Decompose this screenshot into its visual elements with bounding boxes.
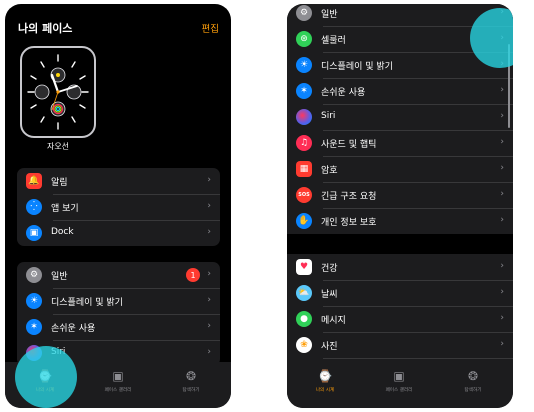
row-label: 긴급 구조 요청 bbox=[321, 192, 377, 202]
settings-row-siri[interactable]: Siri › bbox=[287, 104, 513, 130]
settings-row-accessibility[interactable]: ✶ 손쉬운 사용 › bbox=[17, 314, 220, 340]
watch-face-name: 자오선 bbox=[46, 142, 70, 151]
chevron-right-icon: › bbox=[500, 287, 504, 297]
chevron-right-icon: › bbox=[207, 321, 211, 331]
tab-label: 탐색하기 bbox=[182, 388, 200, 393]
my-watch-screen: 나의 페이스 편집 자오선 🔔 알림 › ⁛ 앱 보기 › ▣ Dock › ⚙… bbox=[5, 4, 231, 408]
sun-icon: ☀ bbox=[296, 57, 312, 73]
settings-row-display[interactable]: ☀ 디스플레이 및 밝기 › bbox=[17, 288, 220, 314]
header: 나의 페이스 편집 bbox=[18, 20, 219, 38]
chevron-right-icon: › bbox=[500, 163, 504, 173]
accessibility-icon: ✶ bbox=[296, 83, 312, 99]
row-label: 손쉬운 사용 bbox=[51, 324, 96, 334]
gear-icon: ⚙ bbox=[296, 5, 312, 21]
gear-icon: ⚙ bbox=[26, 267, 42, 283]
face-gallery-icon: ▣ bbox=[112, 369, 124, 383]
notification-badge: 1 bbox=[186, 268, 200, 282]
row-label: 건강 bbox=[321, 264, 338, 274]
settings-row-accessibility[interactable]: ✶ 손쉬운 사용 › bbox=[287, 78, 513, 104]
chevron-right-icon: › bbox=[500, 215, 504, 225]
row-label: 메시지 bbox=[321, 316, 346, 326]
row-label: 손쉬운 사용 bbox=[321, 88, 366, 98]
chevron-right-icon: › bbox=[207, 347, 211, 357]
tab-face-gallery[interactable]: ▣ 페이스 갤러리 bbox=[83, 368, 153, 393]
chevron-right-icon: › bbox=[500, 85, 504, 95]
tab-discover[interactable]: ❂ 탐색하기 bbox=[156, 368, 226, 393]
watch-icon: ⌚ bbox=[317, 369, 333, 383]
cellular-icon: ⊛ bbox=[296, 31, 312, 47]
dock-icon: ▣ bbox=[26, 225, 42, 241]
tab-bar: ⌚ 나의 시계 ▣ 페이스 갤러리 ❂ 탐색하기 bbox=[287, 362, 513, 408]
settings-row-passcode[interactable]: ▦ 암호 › bbox=[287, 156, 513, 182]
settings-list-screen: ⚙ 일반 › ⊛ 셀룰러 › ☀ 디스플레이 및 밝기 › ✶ 손쉬운 사용 ›… bbox=[287, 4, 513, 408]
row-label: 사운드 및 햅틱 bbox=[321, 140, 377, 150]
chevron-right-icon: › bbox=[207, 227, 211, 237]
settings-row-messages[interactable]: ● 메시지 › bbox=[287, 306, 513, 332]
settings-row-weather[interactable]: ⛅ 날씨 › bbox=[287, 280, 513, 306]
edit-button[interactable]: 편집 bbox=[202, 21, 219, 35]
row-label: 셀룰러 bbox=[321, 36, 346, 46]
bell-icon: 🔔 bbox=[26, 173, 42, 189]
siri-icon bbox=[296, 109, 312, 125]
touch-indicator bbox=[15, 346, 77, 408]
sun-icon: ☀ bbox=[26, 293, 42, 309]
tab-label: 페이스 갤러리 bbox=[385, 388, 413, 393]
heart-icon: ♥ bbox=[296, 259, 312, 275]
settings-row-health[interactable]: ♥ 건강 › bbox=[287, 254, 513, 280]
row-label: 날씨 bbox=[321, 290, 338, 300]
chevron-right-icon: › bbox=[207, 295, 211, 305]
speaker-icon: ♫ bbox=[296, 135, 312, 151]
settings-row-photos[interactable]: ❀ 사진 › bbox=[287, 332, 513, 358]
settings-row-dock[interactable]: ▣ Dock › bbox=[17, 220, 220, 246]
tab-label: 나의 시계 bbox=[315, 388, 335, 393]
row-label: 디스플레이 및 밝기 bbox=[321, 62, 393, 72]
settings-row-sounds[interactable]: ♫ 사운드 및 햅틱 › bbox=[287, 130, 513, 156]
chevron-right-icon: › bbox=[207, 175, 211, 185]
chevron-right-icon: › bbox=[500, 313, 504, 323]
row-label: 일반 bbox=[51, 272, 68, 282]
lock-icon: ▦ bbox=[296, 161, 312, 177]
app-grid-icon: ⁛ bbox=[26, 199, 42, 215]
compass-icon: ❂ bbox=[467, 369, 479, 383]
settings-row-notifications[interactable]: 🔔 알림 › bbox=[17, 168, 220, 194]
row-label: 암호 bbox=[321, 166, 338, 176]
hand-icon: ✋ bbox=[296, 213, 312, 229]
compass-icon: ❂ bbox=[185, 369, 197, 383]
face-gallery-icon: ▣ bbox=[393, 369, 405, 383]
row-label: Siri bbox=[321, 111, 336, 121]
chevron-right-icon: › bbox=[207, 269, 211, 279]
settings-row-app-view[interactable]: ⁛ 앱 보기 › bbox=[17, 194, 220, 220]
row-label: 개인 정보 보호 bbox=[321, 218, 377, 228]
message-icon: ● bbox=[296, 311, 312, 327]
chevron-right-icon: › bbox=[500, 339, 504, 349]
row-label: 알림 bbox=[51, 178, 68, 188]
row-label: 디스플레이 및 밝기 bbox=[51, 298, 123, 308]
tab-my-watch[interactable]: ⌚ 나의 시계 bbox=[290, 368, 360, 393]
tab-label: 탐색하기 bbox=[464, 388, 482, 393]
sos-icon: SOS bbox=[296, 187, 312, 203]
accessibility-icon: ✶ bbox=[26, 319, 42, 335]
tab-label: 페이스 갤러리 bbox=[104, 388, 132, 393]
settings-group-1: 🔔 알림 › ⁛ 앱 보기 › ▣ Dock › bbox=[17, 168, 220, 246]
row-label: 일반 bbox=[321, 10, 338, 20]
chevron-right-icon: › bbox=[500, 189, 504, 199]
settings-row-general[interactable]: ⚙ 일반 1 › bbox=[17, 262, 220, 288]
tab-discover[interactable]: ❂ 탐색하기 bbox=[438, 368, 508, 393]
row-label: 사진 bbox=[321, 342, 338, 352]
chevron-right-icon: › bbox=[500, 137, 504, 147]
photos-icon: ❀ bbox=[296, 337, 312, 353]
chevron-right-icon: › bbox=[207, 201, 211, 211]
settings-row-emergency-sos[interactable]: SOS 긴급 구조 요청 › bbox=[287, 182, 513, 208]
watch-face-preview[interactable] bbox=[20, 46, 96, 138]
row-label: 앱 보기 bbox=[51, 204, 79, 214]
page-title: 나의 페이스 bbox=[18, 22, 73, 35]
meridian-face-icon bbox=[27, 54, 89, 130]
settings-row-privacy[interactable]: ✋ 개인 정보 보호 › bbox=[287, 208, 513, 234]
tab-face-gallery[interactable]: ▣ 페이스 갤러리 bbox=[364, 368, 434, 393]
chevron-right-icon: › bbox=[500, 261, 504, 271]
weather-icon: ⛅ bbox=[296, 285, 312, 301]
chevron-right-icon: › bbox=[500, 111, 504, 121]
row-label: Dock bbox=[51, 227, 74, 237]
